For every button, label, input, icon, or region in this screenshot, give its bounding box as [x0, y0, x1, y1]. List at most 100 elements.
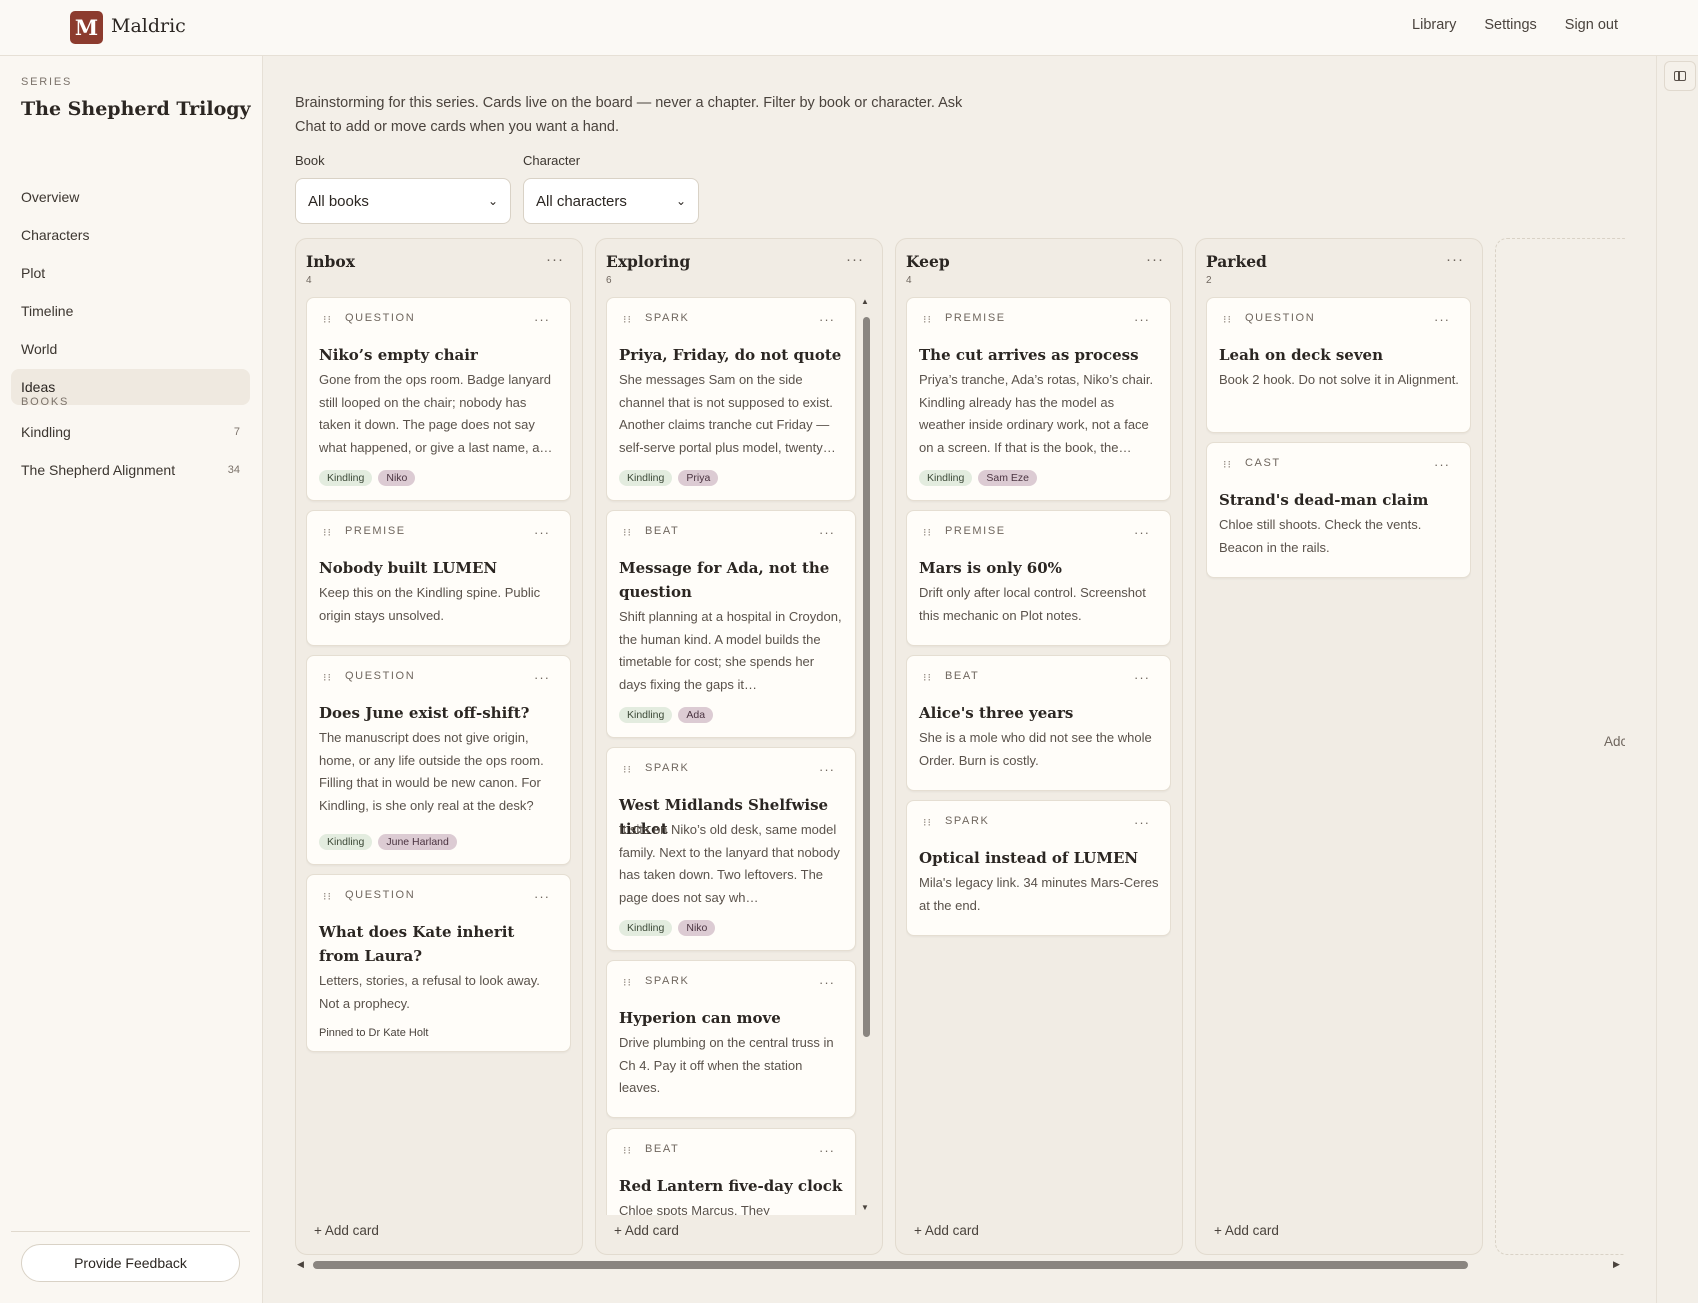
- scroll-up-icon[interactable]: ▲: [861, 297, 869, 306]
- book-count: 34: [227, 464, 240, 476]
- sidebar-item-world[interactable]: World: [11, 331, 250, 367]
- card-menu-button[interactable]: ···: [819, 312, 835, 327]
- nav-library-link[interactable]: Library: [1412, 17, 1456, 33]
- drag-handle-icon[interactable]: ⁝⁝: [923, 526, 932, 539]
- drag-handle-icon[interactable]: ⁝⁝: [323, 313, 332, 326]
- card-menu-button[interactable]: ···: [1434, 312, 1450, 327]
- card-menu-button[interactable]: ···: [534, 525, 550, 540]
- idea-card[interactable]: ⁝⁝ BEAT ··· Red Lantern five-day clock C…: [606, 1128, 856, 1215]
- sidebar-book-kindling[interactable]: Kindling 7: [11, 414, 250, 450]
- card-menu-button[interactable]: ···: [534, 889, 550, 904]
- card-menu-button[interactable]: ···: [819, 975, 835, 990]
- add-card-button[interactable]: + Add card: [314, 1223, 379, 1238]
- sidebar-item-timeline[interactable]: Timeline: [11, 293, 250, 329]
- books-label: BOOKS: [21, 396, 70, 408]
- character-tag[interactable]: Priya: [678, 470, 719, 486]
- book-tag[interactable]: Kindling: [919, 470, 973, 486]
- scroll-left-icon[interactable]: ◀: [297, 1259, 304, 1270]
- idea-card[interactable]: ⁝⁝ SPARK ··· West Midlands Shelfwise tic…: [606, 747, 856, 951]
- book-tag[interactable]: Kindling: [619, 470, 673, 486]
- idea-card[interactable]: ⁝⁝ QUESTION ··· Leah on deck seven Book …: [1206, 297, 1471, 433]
- card-menu-button[interactable]: ···: [1434, 457, 1450, 472]
- character-tag[interactable]: Niko: [378, 470, 416, 486]
- card-body: Priya’s tranche, Ada’s rotas, Niko’s cha…: [919, 372, 1154, 455]
- idea-card[interactable]: ⁝⁝ BEAT ··· Alice's three years She is a…: [906, 655, 1171, 791]
- drag-handle-icon[interactable]: ⁝⁝: [1223, 313, 1232, 326]
- drag-handle-icon[interactable]: ⁝⁝: [323, 890, 332, 903]
- character-tag[interactable]: Niko: [678, 920, 716, 936]
- drag-handle-icon[interactable]: ⁝⁝: [923, 313, 932, 326]
- idea-card[interactable]: ⁝⁝ QUESTION ··· Niko’s empty chair Gone …: [306, 297, 571, 501]
- character-filter-select[interactable]: All characters ⌄: [523, 178, 699, 224]
- drag-handle-icon[interactable]: ⁝⁝: [623, 763, 632, 776]
- add-card-button[interactable]: + Add card: [1214, 1223, 1279, 1238]
- idea-card[interactable]: ⁝⁝ QUESTION ··· Does June exist off-shif…: [306, 655, 571, 865]
- scrollbar-thumb[interactable]: [863, 317, 870, 1037]
- board-horizontal-scrollbar[interactable]: ◀ ▶: [295, 1259, 1625, 1271]
- card-menu-button[interactable]: ···: [1134, 670, 1150, 685]
- sidebar-item-label: Plot: [21, 265, 46, 281]
- nav-settings-link[interactable]: Settings: [1484, 17, 1536, 33]
- scroll-right-icon[interactable]: ▶: [1613, 1259, 1620, 1270]
- column-menu-button[interactable]: ···: [1446, 251, 1464, 268]
- sidebar-item-plot[interactable]: Plot: [11, 255, 250, 291]
- sidebar-item-characters[interactable]: Characters: [11, 217, 250, 253]
- provide-feedback-button[interactable]: Provide Feedback: [21, 1244, 240, 1282]
- card-menu-button[interactable]: ···: [819, 525, 835, 540]
- column-menu-button[interactable]: ···: [546, 251, 564, 268]
- card-type: QUESTION: [345, 889, 416, 901]
- toggle-panel-button[interactable]: [1664, 61, 1696, 91]
- column-count: 2: [1206, 275, 1212, 286]
- add-card-button[interactable]: + Add card: [614, 1223, 679, 1238]
- brand-name[interactable]: Maldric: [111, 15, 186, 37]
- character-tag[interactable]: June Harland: [378, 834, 457, 850]
- idea-card[interactable]: ⁝⁝ PREMISE ··· Mars is only 60% Drift on…: [906, 510, 1171, 646]
- card-menu-button[interactable]: ···: [1134, 312, 1150, 327]
- sidebar-book-shepherd-alignment[interactable]: The Shepherd Alignment 34: [11, 452, 250, 488]
- card-menu-button[interactable]: ···: [1134, 525, 1150, 540]
- card-title: What does Kate inherit from Laura?: [319, 923, 515, 965]
- scrollbar-thumb[interactable]: [313, 1261, 1468, 1269]
- idea-card[interactable]: ⁝⁝ BEAT ··· Message for Ada, not the que…: [606, 510, 856, 738]
- scroll-down-icon[interactable]: ▼: [861, 1203, 869, 1212]
- character-tag[interactable]: Ada: [678, 707, 714, 723]
- drag-handle-icon[interactable]: ⁝⁝: [623, 1144, 632, 1157]
- sidebar-item-overview[interactable]: Overview: [11, 179, 250, 215]
- drag-handle-icon[interactable]: ⁝⁝: [323, 526, 332, 539]
- column-menu-button[interactable]: ···: [1146, 251, 1164, 268]
- idea-card[interactable]: ⁝⁝ QUESTION ··· What does Kate inherit f…: [306, 874, 571, 1052]
- idea-card[interactable]: ⁝⁝ PREMISE ··· Nobody built LUMEN Keep t…: [306, 510, 571, 646]
- idea-card[interactable]: ⁝⁝ SPARK ··· Optical instead of LUMEN Mi…: [906, 800, 1171, 936]
- book-tag[interactable]: Kindling: [319, 834, 373, 850]
- right-panel-edge: [1656, 56, 1657, 1303]
- idea-card[interactable]: ⁝⁝ PREMISE ··· The cut arrives as proces…: [906, 297, 1171, 501]
- idea-card[interactable]: ⁝⁝ SPARK ··· Hyperion can move Drive plu…: [606, 960, 856, 1118]
- book-filter-select[interactable]: All books ⌄: [295, 178, 511, 224]
- character-tag[interactable]: Sam Eze: [978, 470, 1037, 486]
- app-logo[interactable]: M: [70, 11, 103, 44]
- book-tag[interactable]: Kindling: [619, 920, 673, 936]
- drag-handle-icon[interactable]: ⁝⁝: [623, 313, 632, 326]
- add-column-label[interactable]: Adc: [1604, 734, 1625, 749]
- nav-sign-out-link[interactable]: Sign out: [1565, 17, 1618, 33]
- card-list: ⁝⁝ SPARK ··· Priya, Friday, do not quote…: [606, 297, 858, 1215]
- card-menu-button[interactable]: ···: [819, 762, 835, 777]
- card-menu-button[interactable]: ···: [819, 1143, 835, 1158]
- add-card-button[interactable]: + Add card: [914, 1223, 979, 1238]
- card-menu-button[interactable]: ···: [534, 670, 550, 685]
- drag-handle-icon[interactable]: ⁝⁝: [623, 976, 632, 989]
- card-menu-button[interactable]: ···: [1134, 815, 1150, 830]
- column-scrollbar[interactable]: ▲ ▼: [860, 297, 870, 1215]
- book-tag[interactable]: Kindling: [619, 707, 673, 723]
- drag-handle-icon[interactable]: ⁝⁝: [923, 671, 932, 684]
- drag-handle-icon[interactable]: ⁝⁝: [623, 526, 632, 539]
- column-menu-button[interactable]: ···: [846, 251, 864, 268]
- drag-handle-icon[interactable]: ⁝⁝: [323, 671, 332, 684]
- drag-handle-icon[interactable]: ⁝⁝: [1223, 458, 1232, 471]
- book-tag[interactable]: Kindling: [319, 470, 373, 486]
- idea-card[interactable]: ⁝⁝ SPARK ··· Priya, Friday, do not quote…: [606, 297, 856, 501]
- drag-handle-icon[interactable]: ⁝⁝: [923, 816, 932, 829]
- sidebar-item-label: Overview: [21, 189, 80, 205]
- card-menu-button[interactable]: ···: [534, 312, 550, 327]
- idea-card[interactable]: ⁝⁝ CAST ··· Strand's dead-man claim Chlo…: [1206, 442, 1471, 578]
